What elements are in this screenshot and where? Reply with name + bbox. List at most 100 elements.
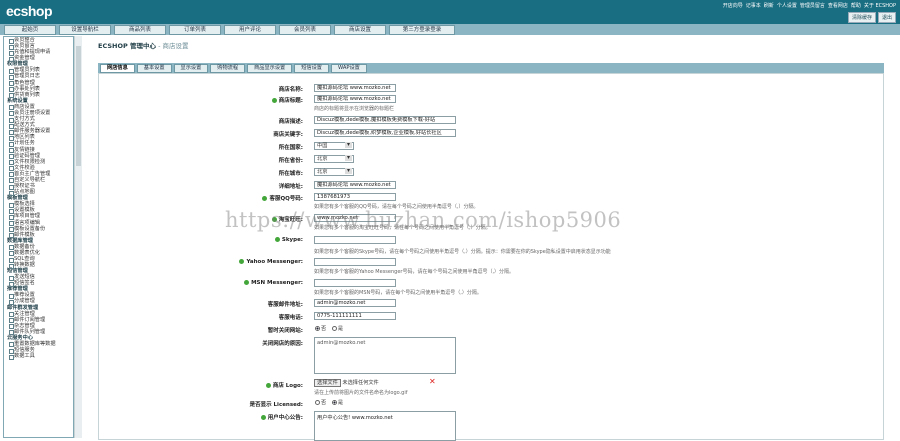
ecshop-logo: ecshop xyxy=(6,3,53,19)
refresh-link[interactable]: 刷新 xyxy=(764,2,774,9)
sidebar-item[interactable]: 转换数据 xyxy=(4,262,73,269)
tab-sms[interactable]: 短信设置 xyxy=(294,64,329,73)
header-links: 开店向导 记事本 刷新 个人设置 管理员留言 查看网店 帮助 关于 ECSHOP xyxy=(723,2,896,9)
tab-wap[interactable]: WAP设置 xyxy=(330,64,367,73)
skype-hint: 如果您有多个客服的Skype号码，请在每个号码之间使用半角逗号（,）分隔。提示：… xyxy=(314,249,611,255)
skype-label: Skype: xyxy=(274,237,303,243)
shop-desc-label: 商店描述: xyxy=(278,119,303,125)
sidebar-scrollbar[interactable] xyxy=(74,36,82,438)
help-icon[interactable] xyxy=(239,259,245,264)
sidebar-item[interactable]: 站点地图 xyxy=(4,189,73,196)
setup-wizard-link[interactable]: 开店向导 xyxy=(723,2,743,9)
skype-input[interactable] xyxy=(314,236,396,244)
personal-settings-link[interactable]: 个人设置 xyxy=(777,2,797,9)
address-input[interactable]: 魔扣源码论坛 www.mozko.net xyxy=(314,181,396,189)
settings-tabs: 网店信息 基本设置 显示设置 购物流程 商品显示设置 短信设置 WAP设置 xyxy=(98,63,884,73)
top-nav: 起始页 设置导航栏 商品列表 订单列表 用户评论 会员列表 商店设置 第三方登录… xyxy=(0,24,900,35)
help-icon[interactable] xyxy=(271,98,277,103)
city-select[interactable]: 北京 xyxy=(314,168,354,176)
tab-goods-display[interactable]: 商品显示设置 xyxy=(247,64,293,73)
country-label: 所在国家: xyxy=(278,145,303,151)
shop-name-label: 商店名称: xyxy=(278,87,303,93)
province-select[interactable]: 北京 xyxy=(314,155,354,163)
shop-name-input[interactable]: 魔扣源码论坛 www.mozko.net xyxy=(314,84,396,92)
tab-shop-info[interactable]: 网店信息 xyxy=(100,64,135,73)
sidebar-item[interactable]: 资金管理 xyxy=(4,55,73,62)
tab-display[interactable]: 显示设置 xyxy=(173,64,209,73)
delete-icon[interactable]: ✕ xyxy=(429,377,436,386)
shop-keywords-input[interactable]: Discuz模板,dede模板,织梦模板,企业模板,好站长社区 xyxy=(314,129,456,137)
top-header: ecshop 开店向导 记事本 刷新 个人设置 管理员留言 查看网店 帮助 关于… xyxy=(0,0,900,24)
msn-label: MSN Messenger: xyxy=(244,280,303,286)
shop-title-label: 商店标题: xyxy=(271,96,303,104)
admin-message-link[interactable]: 管理员留言 xyxy=(800,2,825,9)
email-input[interactable]: admin@mozko.net xyxy=(314,299,396,307)
shop-desc-input[interactable]: Discuz模板,dede模板,魔扣模板免费模板下载-好站 xyxy=(314,116,456,124)
view-shop-link[interactable]: 查看网店 xyxy=(828,2,848,9)
nav-tab-shop-settings[interactable]: 商店设置 xyxy=(334,25,386,35)
sidebar-item[interactable]: 供货商列表 xyxy=(4,92,73,99)
sidebar-item[interactable]: 数据工具 xyxy=(4,353,73,360)
notice-label: 用户中心公告: xyxy=(260,413,303,421)
province-label: 所在省份: xyxy=(278,158,303,164)
clear-cache-button[interactable]: 清除缓存 xyxy=(847,12,876,23)
city-label: 所在城市: xyxy=(278,171,303,177)
logout-button[interactable]: 退出 xyxy=(877,12,896,23)
licensed-radios: 否 是 xyxy=(315,399,343,406)
radio-yes[interactable] xyxy=(331,326,337,331)
country-select[interactable]: 中国 xyxy=(314,142,354,150)
radio-no[interactable] xyxy=(315,326,320,331)
nav-tab-home[interactable]: 起始页 xyxy=(4,25,56,35)
help-icon[interactable] xyxy=(274,237,280,242)
about-link[interactable]: 关于 ECSHOP xyxy=(864,2,896,9)
notepad-link[interactable]: 记事本 xyxy=(746,2,761,9)
qq-input[interactable]: 1387681973 xyxy=(314,193,396,201)
help-icon[interactable] xyxy=(265,383,271,388)
nav-tab-comments[interactable]: 用户评论 xyxy=(224,25,276,35)
yahoo-hint: 如果您有多个客服的Yahoo Messenger号码，请在每个号码之间使用半角逗… xyxy=(314,269,515,275)
phone-input[interactable]: 0775-111111111 xyxy=(314,312,396,320)
help-link[interactable]: 帮助 xyxy=(851,2,861,9)
licensed-label: 是否显示 Licensed: xyxy=(249,402,303,408)
qq-label: 客服QQ号码: xyxy=(262,194,303,202)
tab-basic[interactable]: 基本设置 xyxy=(136,64,172,73)
nav-tab-goods-list[interactable]: 商品列表 xyxy=(114,25,166,35)
sidebar-item[interactable]: 短信签名 xyxy=(4,280,73,287)
shop-title-hint: 商店的标题将显示在浏览器的标题栏 xyxy=(314,106,395,112)
yahoo-input[interactable] xyxy=(314,258,396,266)
email-label: 客服邮件地址: xyxy=(267,302,303,308)
notice-textarea[interactable]: 用户中心公告! www.mozko.net xyxy=(314,411,456,441)
sidebar-item[interactable]: 分成管理 xyxy=(4,298,73,306)
help-icon[interactable] xyxy=(262,196,268,201)
tab-checkout[interactable]: 购物流程 xyxy=(210,64,246,73)
radio-yes[interactable] xyxy=(331,400,337,405)
nav-tab-order-list[interactable]: 订单列表 xyxy=(169,25,221,35)
phone-label: 客服电话: xyxy=(278,315,303,321)
close-reason-textarea[interactable]: admin@mozko.net xyxy=(314,337,456,374)
breadcrumb-page: - 商店设置 xyxy=(156,42,189,50)
breadcrumb: ECSHOP 管理中心 - 商店设置 xyxy=(90,38,892,55)
shop-info-form: 商店名称: 魔扣源码论坛 www.mozko.net 商店标题: 魔扣源码论坛 … xyxy=(98,73,884,441)
scrollbar-thumb[interactable] xyxy=(76,46,81,166)
watermark-text: https://www.huzhan.com/ishop5906 xyxy=(225,208,622,232)
msn-hint: 如果您有多个客服的MSN号码，请在每个号码之间使用半角逗号（,）分隔。 xyxy=(314,290,482,296)
sidebar-menu: 会员整合 会员留言 充值和提现申请 资金管理 权限管理 管理员列表 管理员日志 角色管理 办事处… xyxy=(3,36,74,438)
yahoo-label: Yahoo Messenger: xyxy=(239,259,303,265)
shop-keywords-label: 商店关键字: xyxy=(273,132,303,138)
help-icon[interactable] xyxy=(244,280,250,285)
help-icon[interactable] xyxy=(260,415,266,420)
sidebar-item[interactable]: 邮件模板 xyxy=(4,232,73,239)
nav-tab-nav-settings[interactable]: 设置导航栏 xyxy=(59,25,111,35)
breadcrumb-root: ECSHOP 管理中心 xyxy=(98,42,157,50)
logo-hint: 请在上传前将图片的文件名命名为logo.gif xyxy=(314,390,408,396)
nav-tab-members[interactable]: 会员列表 xyxy=(279,25,331,35)
address-label: 详细地址: xyxy=(278,184,303,190)
msn-input[interactable] xyxy=(314,279,396,287)
sidebar-item[interactable]: 邮件队列管理 xyxy=(4,329,73,336)
main-panel: ECSHOP 管理中心 - 商店设置 网店信息 基本设置 显示设置 购物流程 商… xyxy=(90,38,892,441)
choose-file-button[interactable]: 选择文件 xyxy=(314,379,341,387)
close-reason-label: 关闭网店的原因: xyxy=(262,341,303,347)
radio-no[interactable] xyxy=(315,400,320,405)
shop-title-input[interactable]: 魔扣源码论坛 www.mozko.net xyxy=(314,95,396,103)
nav-tab-third-party-login[interactable]: 第三方登录登录 xyxy=(389,25,455,35)
